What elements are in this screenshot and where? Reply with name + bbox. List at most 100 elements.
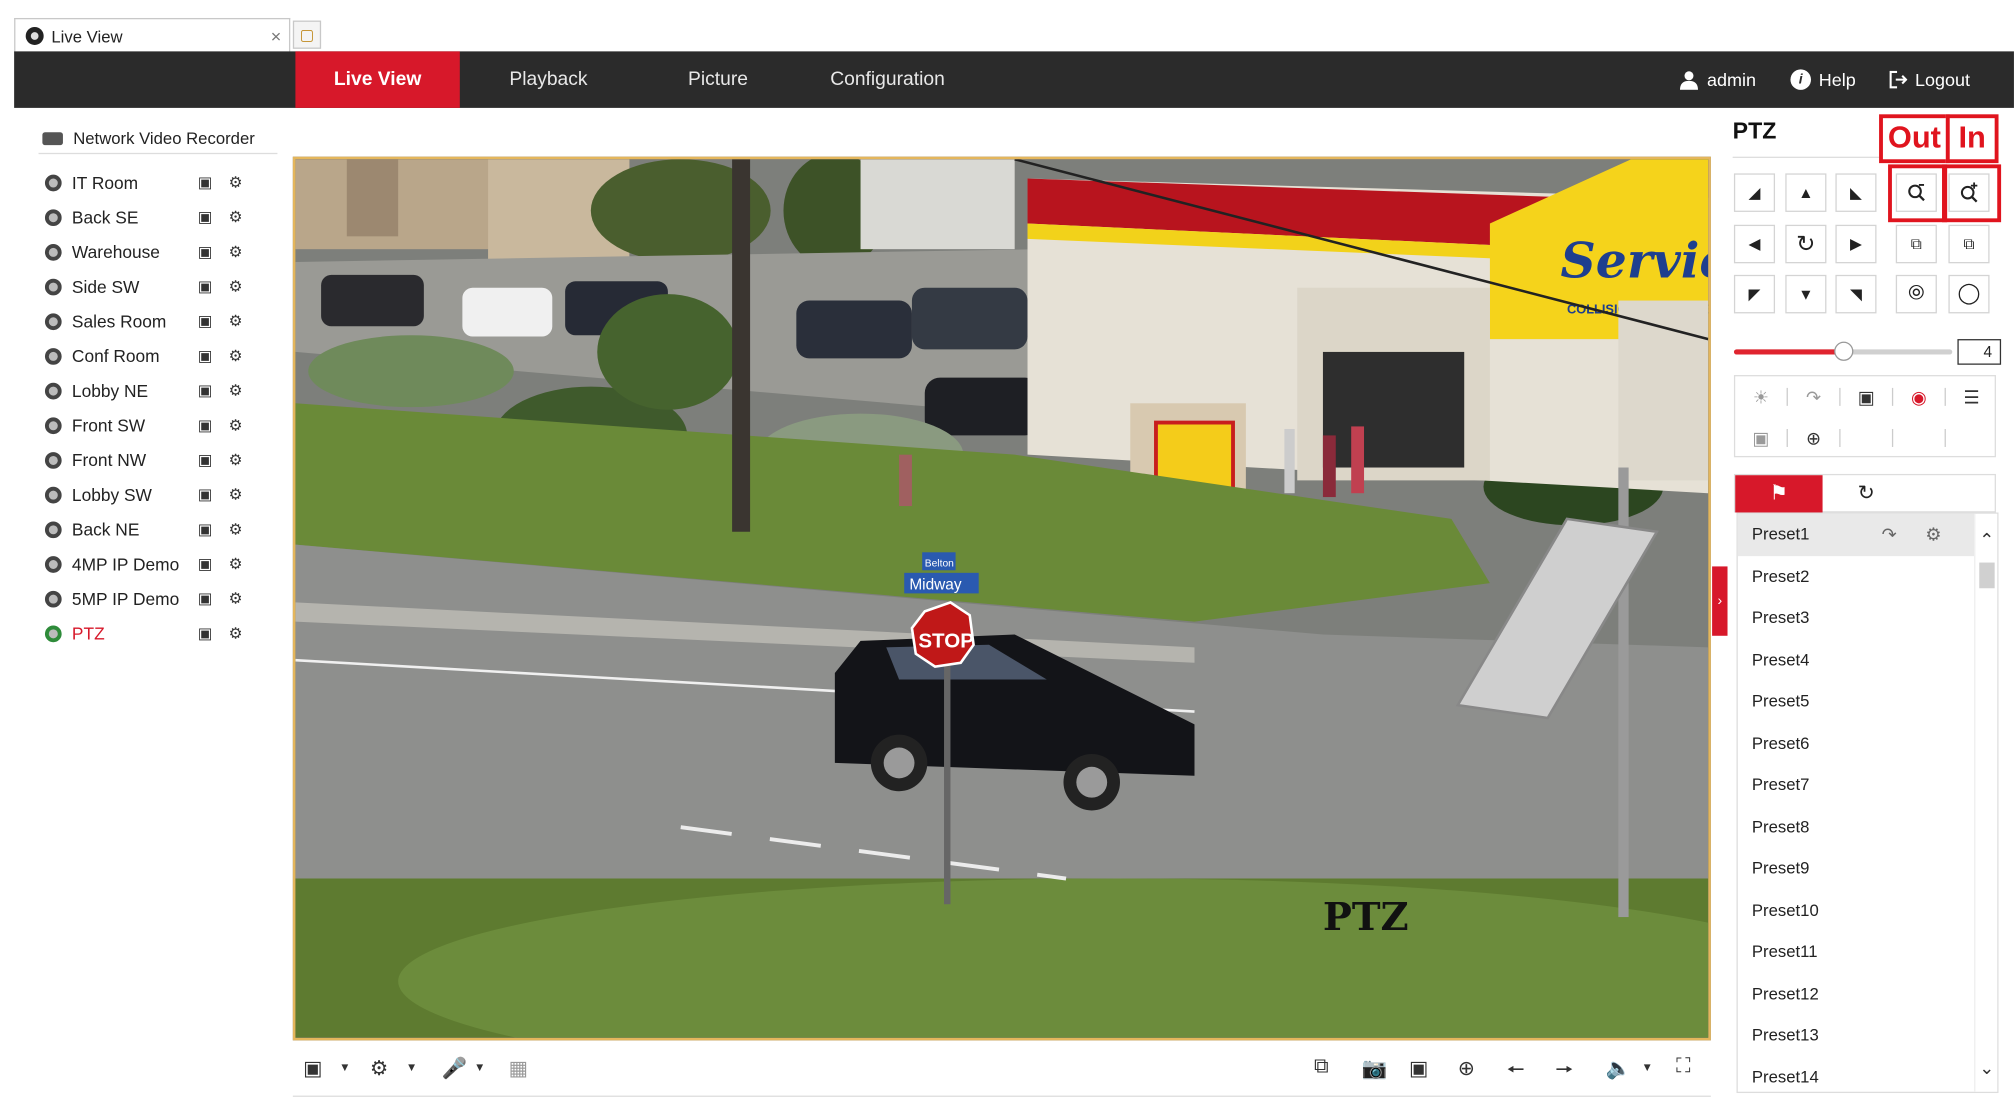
start-live-view-icon[interactable]: ▣ bbox=[198, 277, 213, 295]
start-live-view-icon[interactable]: ▣ bbox=[198, 520, 213, 538]
new-tab-icon[interactable]: ▢ bbox=[292, 20, 322, 49]
fullscreen-icon[interactable]: ⛶ bbox=[1676, 1056, 1690, 1079]
stream-select-icon[interactable]: ⚙ bbox=[229, 277, 243, 295]
focus-near-button[interactable]: ⧉ bbox=[1895, 224, 1937, 264]
nav-configuration[interactable]: Configuration bbox=[807, 51, 969, 108]
start-live-view-icon[interactable]: ▣ bbox=[198, 208, 213, 226]
stream-select-icon[interactable]: ⚙ bbox=[229, 520, 243, 538]
preset-item[interactable]: Preset5 bbox=[1738, 681, 1977, 723]
start-live-view-icon[interactable]: ▣ bbox=[198, 347, 213, 365]
ptz-up-left-button[interactable]: ◢ bbox=[1733, 173, 1776, 212]
nav-playback[interactable]: Playback bbox=[468, 51, 630, 108]
stream-select-icon[interactable]: ⚙ bbox=[229, 243, 243, 261]
camera-item[interactable]: Back SE ▣ ⚙ bbox=[39, 200, 278, 235]
start-live-view-icon[interactable]: ▣ bbox=[198, 624, 213, 642]
menu-icon[interactable]: ☰ bbox=[1946, 376, 1997, 417]
camera-item[interactable]: Front SW ▣ ⚙ bbox=[39, 408, 278, 443]
start-live-view-icon[interactable]: ▣ bbox=[198, 381, 213, 399]
iris-close-button[interactable]: ◯ bbox=[1948, 274, 1990, 314]
scroll-up-icon[interactable]: ⌃ bbox=[1979, 529, 1994, 551]
lens-init-icon[interactable]: ◉ bbox=[1893, 376, 1944, 417]
microphone-icon[interactable]: 🎤 bbox=[442, 1056, 468, 1082]
ptz-speed-value[interactable]: 4 bbox=[1957, 339, 2002, 365]
stream-select-icon[interactable]: ⚙ bbox=[229, 590, 243, 608]
light-icon[interactable]: ☀ bbox=[1735, 376, 1786, 417]
image-settings-icon[interactable]: ▦ bbox=[509, 1056, 528, 1082]
start-live-view-icon[interactable]: ▣ bbox=[198, 451, 213, 469]
capture-icon[interactable]: 📷 bbox=[1361, 1056, 1387, 1082]
preset-scrollbar[interactable]: ⌃ ⌄ bbox=[1974, 513, 1998, 1092]
preset-item[interactable]: Preset3 bbox=[1738, 597, 1977, 639]
stream-select-icon[interactable]: ⚙ bbox=[229, 555, 243, 573]
digital-zoom-icon[interactable]: ⊕ bbox=[1458, 1056, 1475, 1082]
call-preset-icon[interactable]: ↷ bbox=[1882, 514, 1897, 556]
3d-zoom-icon[interactable]: ⊕ bbox=[1788, 417, 1839, 458]
help-link[interactable]: i Help bbox=[1790, 51, 1856, 108]
set-preset-icon[interactable]: ⚙ bbox=[1925, 514, 1941, 556]
preset-item[interactable]: Preset7 bbox=[1738, 764, 1977, 806]
preset-item[interactable]: Preset1 ↷ ⚙ bbox=[1737, 513, 1977, 556]
camera-item[interactable]: Lobby NE ▣ ⚙ bbox=[39, 374, 278, 409]
stream-select-icon[interactable]: ⚙ bbox=[229, 451, 243, 469]
record-icon[interactable]: ▣ bbox=[1409, 1056, 1428, 1082]
stream-select-icon[interactable]: ⚙ bbox=[229, 416, 243, 434]
tab-patrols[interactable]: ↻ bbox=[1823, 475, 1910, 512]
camera-item[interactable]: Conf Room ▣ ⚙ bbox=[39, 339, 278, 374]
start-live-view-icon[interactable]: ▣ bbox=[198, 590, 213, 608]
nav-live-view[interactable]: Live View bbox=[295, 51, 460, 108]
camera-item[interactable]: IT Room ▣ ⚙ bbox=[39, 166, 278, 201]
preset-item[interactable]: Preset2 bbox=[1738, 556, 1977, 598]
stream-dropdown-icon[interactable]: ▼ bbox=[406, 1061, 417, 1074]
start-live-view-icon[interactable]: ▣ bbox=[198, 312, 213, 330]
stream-select-icon[interactable]: ⚙ bbox=[229, 624, 243, 642]
camera-item[interactable]: Back NE ▣ ⚙ bbox=[39, 512, 278, 547]
camera-item[interactable]: 5MP IP Demo ▣ ⚙ bbox=[39, 582, 278, 617]
previous-page-icon[interactable]: 🠔 bbox=[1507, 1056, 1525, 1091]
camera-item[interactable]: 4MP IP Demo ▣ ⚙ bbox=[39, 547, 278, 582]
browser-tab[interactable]: Live View × bbox=[14, 17, 291, 53]
stream-select-icon[interactable]: ⚙ bbox=[229, 347, 243, 365]
start-live-view-icon[interactable]: ▣ bbox=[198, 416, 213, 434]
start-live-view-icon[interactable]: ▣ bbox=[198, 173, 213, 191]
logout-link[interactable]: Logout bbox=[1889, 51, 1970, 108]
stream-select-icon[interactable]: ⚙ bbox=[229, 173, 243, 191]
iris-open-button[interactable]: ⦾ bbox=[1895, 274, 1937, 314]
ptz-up-right-button[interactable]: ◣ bbox=[1835, 173, 1877, 212]
ptz-right-button[interactable]: ▶ bbox=[1835, 224, 1877, 264]
preset-item[interactable]: Preset10 bbox=[1738, 889, 1977, 931]
ptz-down-left-button[interactable]: ◤ bbox=[1733, 274, 1776, 314]
camera-item[interactable]: Side SW ▣ ⚙ bbox=[39, 270, 278, 305]
wiper-icon[interactable]: ↷ bbox=[1788, 376, 1839, 417]
tab-pattern[interactable] bbox=[1910, 475, 1997, 512]
ptz-auto-scan-button[interactable]: ↻ bbox=[1785, 224, 1827, 264]
preset-item[interactable]: Preset4 bbox=[1738, 639, 1977, 681]
device-header[interactable]: Network Video Recorder bbox=[38, 123, 278, 155]
panel-collapse-toggle[interactable]: › bbox=[1712, 566, 1728, 636]
tab-presets[interactable]: ⚑ bbox=[1735, 475, 1823, 513]
preset-item[interactable]: Preset12 bbox=[1738, 973, 1977, 1015]
close-tab-icon[interactable]: × bbox=[271, 26, 282, 47]
window-layout-icon[interactable]: ▣ bbox=[303, 1056, 322, 1082]
ptz-speed-handle[interactable] bbox=[1834, 341, 1854, 361]
volume-mute-icon[interactable]: 🔈 bbox=[1606, 1056, 1632, 1082]
camera-item[interactable]: Lobby SW ▣ ⚙ bbox=[39, 478, 278, 513]
ptz-up-button[interactable]: ▲ bbox=[1785, 173, 1827, 212]
auxiliary-focus-icon[interactable]: ▣ bbox=[1841, 376, 1892, 417]
start-live-view-icon[interactable]: ▣ bbox=[198, 486, 213, 504]
focus-far-button[interactable]: ⧉ bbox=[1948, 224, 1990, 264]
ptz-left-button[interactable]: ◀ bbox=[1733, 224, 1776, 264]
ptz-down-button[interactable]: ▼ bbox=[1785, 274, 1827, 314]
camera-item[interactable]: Warehouse ▣ ⚙ bbox=[39, 235, 278, 270]
manual-tracking-icon[interactable]: ▣ bbox=[1735, 417, 1786, 458]
live-video-viewport[interactable]: ServiceKing COLLISION REPAIR CE bbox=[292, 156, 1711, 1041]
preset-item[interactable]: Preset6 bbox=[1738, 722, 1977, 764]
scroll-down-icon[interactable]: ⌄ bbox=[1979, 1057, 1994, 1079]
preset-item[interactable]: Preset13 bbox=[1738, 1015, 1977, 1057]
start-live-view-icon[interactable]: ▣ bbox=[198, 243, 213, 261]
volume-dropdown-icon[interactable]: ▼ bbox=[1641, 1061, 1652, 1074]
layout-dropdown-icon[interactable]: ▼ bbox=[339, 1061, 350, 1074]
preset-item[interactable]: Preset11 bbox=[1738, 931, 1977, 973]
stop-all-icon[interactable]: ⧉ bbox=[1314, 1056, 1329, 1079]
camera-item[interactable]: PTZ ▣ ⚙ bbox=[39, 617, 278, 652]
next-page-icon[interactable]: 🠖 bbox=[1555, 1056, 1573, 1091]
